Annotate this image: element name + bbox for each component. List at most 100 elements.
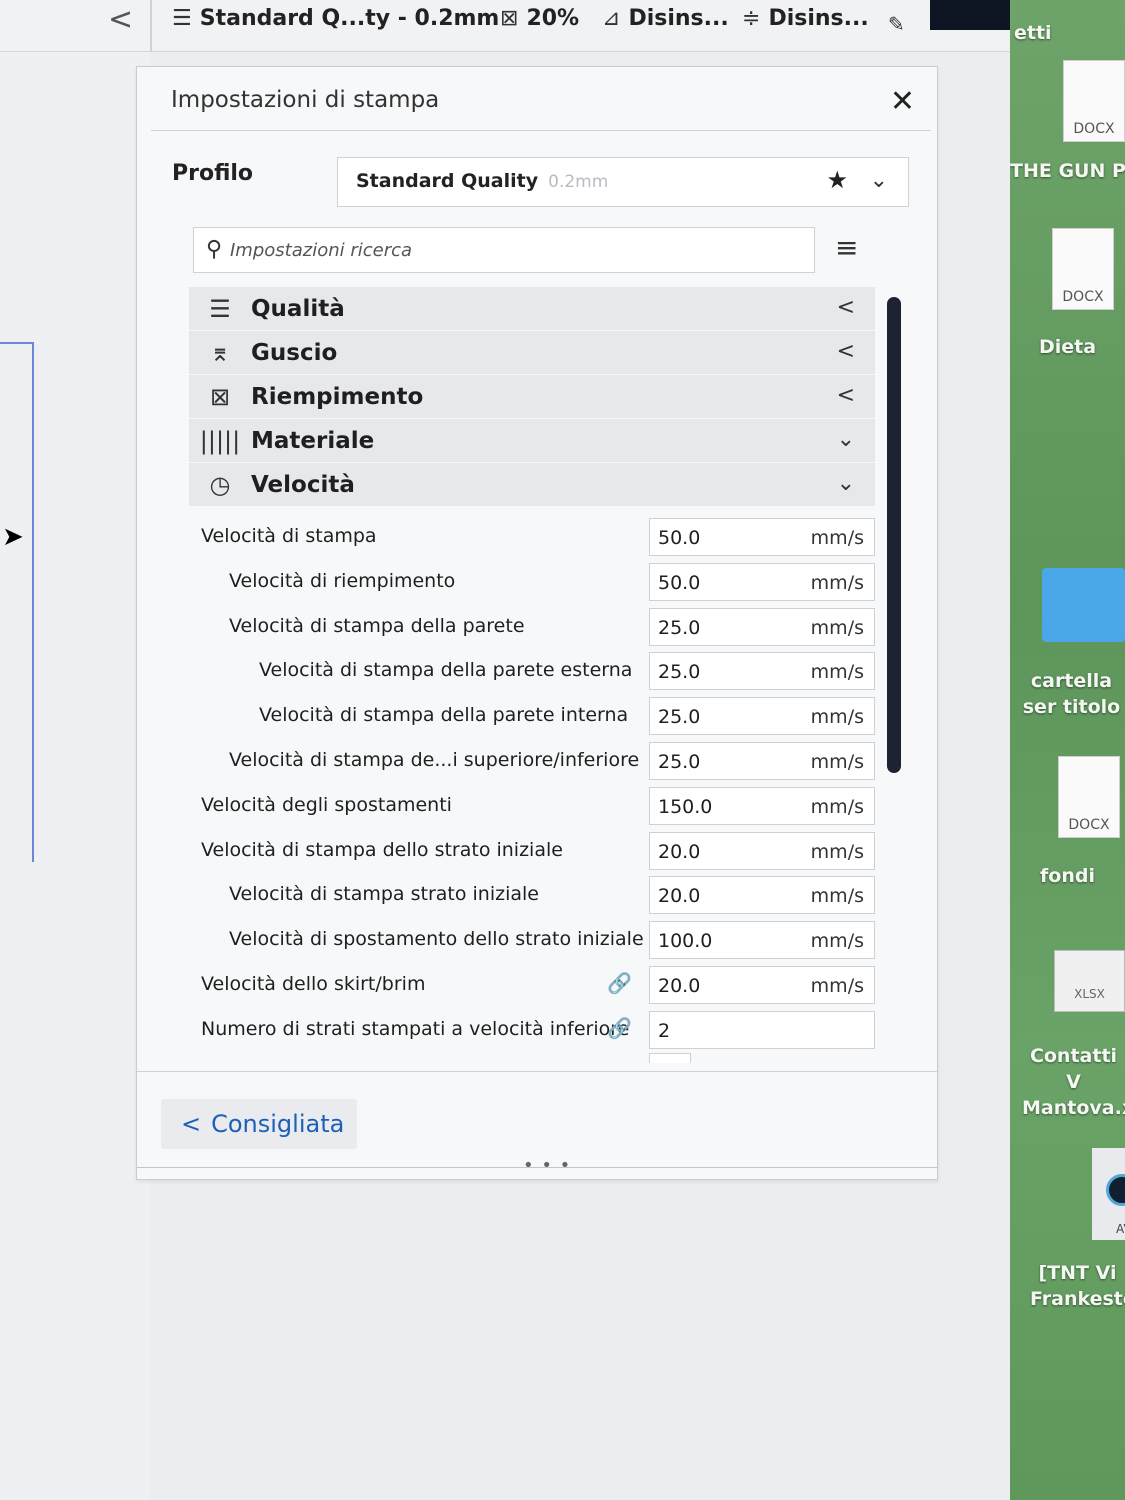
- setting-value: 150.0: [658, 795, 713, 818]
- category-quality[interactable]: ☰ Qualità <: [189, 287, 875, 331]
- close-icon[interactable]: ✕: [890, 87, 915, 117]
- setting-value-field[interactable]: 100.0 mm/s: [649, 921, 875, 960]
- setting-value: 2: [658, 1019, 671, 1042]
- recommended-mode-button[interactable]: < Consigliata: [161, 1099, 357, 1149]
- setting-unit: mm/s: [810, 527, 864, 549]
- chevron-left-icon: <: [181, 1110, 202, 1138]
- star-icon[interactable]: ★: [826, 166, 848, 194]
- support-icon: ⊿: [602, 6, 621, 31]
- pencil-icon[interactable]: ✎: [888, 12, 905, 36]
- setting-value-field[interactable]: 50.0 mm/s: [649, 518, 875, 556]
- adhesion-icon: ≑: [742, 6, 761, 31]
- quality-icon: ☰: [172, 6, 192, 31]
- app-shortcut-icon[interactable]: AV: [1092, 1148, 1125, 1240]
- setting-value: 100.0: [658, 930, 713, 953]
- xlsx-file-icon[interactable]: XLSX: [1054, 950, 1125, 1012]
- category-shell[interactable]: ⌆ Guscio <: [189, 331, 875, 375]
- setting-unit: mm/s: [810, 750, 864, 773]
- profile-layer-height: 0.2mm: [548, 172, 609, 192]
- setting-label: Velocità di stampa de...i superiore/infe…: [229, 748, 640, 771]
- setting-label: Velocità di stampa della parete interna: [259, 704, 629, 727]
- settings-scrollbar[interactable]: [887, 297, 901, 773]
- setting-value-field[interactable]: 50.0 mm/s: [649, 562, 875, 601]
- setting-row: Velocità di stampa strato iniziale 20.0 mm…: [189, 873, 889, 918]
- window-edge: [930, 0, 1010, 30]
- profile-dropdown[interactable]: Standard Quality 0.2mm ★ ⌄: [337, 157, 909, 207]
- footer-divider: [137, 1071, 937, 1072]
- setting-value-field[interactable]: 2: [649, 1010, 875, 1049]
- setting-value-field[interactable]: 25.0 mm/s: [649, 741, 875, 780]
- search-icon: ⚲: [206, 237, 223, 262]
- setting-value-field[interactable]: 25.0 mm/s: [649, 697, 875, 736]
- setting-label: Velocità di stampa della parete: [229, 614, 525, 637]
- chevron-left-icon: <: [836, 295, 855, 320]
- setting-value: 50.0: [658, 571, 701, 594]
- setting-label: Velocità di stampa dello strato iniziale: [201, 838, 563, 861]
- back-chevron-icon[interactable]: <: [108, 2, 133, 37]
- 3d-viewport[interactable]: ➤: [0, 52, 150, 1500]
- setting-row: Velocità di stampa della parete esterna 2…: [189, 649, 889, 694]
- setting-value-field[interactable]: 25.0 mm/s: [649, 652, 875, 691]
- setting-value-field[interactable]: 25.0 mm/s: [649, 607, 875, 646]
- docx-file-icon[interactable]: DOCX: [1058, 756, 1120, 838]
- app-logo-icon: [1106, 1174, 1125, 1206]
- next-setting-field: [649, 1053, 691, 1063]
- setting-label: Velocità degli spostamenti: [201, 793, 452, 816]
- setting-value-field[interactable]: 20.0 mm/s: [649, 831, 875, 870]
- settings-categories: ☰ Qualità < ⌆ Guscio < ⊠ Riempimento < |…: [189, 287, 875, 507]
- desktop-file-label: fondi: [1040, 865, 1095, 887]
- search-input[interactable]: [230, 234, 790, 266]
- hamburger-menu-icon[interactable]: ≡: [835, 233, 858, 263]
- setting-value-field[interactable]: 150.0 mm/s: [649, 786, 875, 825]
- chevron-down-icon[interactable]: ⌄: [870, 168, 888, 193]
- setting-label: Velocità di spostamento dello strato ini…: [229, 928, 644, 951]
- chevron-left-icon: <: [836, 383, 855, 408]
- setting-row: Numero di strati stampati a velocità inf…: [189, 1008, 889, 1053]
- setting-value-field[interactable]: 20.0 mm/s: [649, 965, 875, 1004]
- setting-unit: mm/s: [810, 795, 864, 818]
- print-settings-panel: Impostazioni di stampa ✕ Profilo Standar…: [136, 66, 938, 1180]
- setting-label: Velocità di stampa: [201, 525, 377, 547]
- setting-value: 20.0: [658, 974, 701, 997]
- support-summary-label: Disins...: [628, 6, 729, 31]
- shell-icon: ⌆: [209, 338, 231, 367]
- desktop-file-label: THE GUN PRESEN...RD: [1010, 160, 1125, 182]
- setting-unit: mm/s: [810, 840, 864, 863]
- build-plate-outline: [0, 342, 34, 862]
- adhesion-summary-button[interactable]: ≑ Disins...: [742, 6, 869, 31]
- material-icon: |||||: [199, 426, 241, 455]
- profile-label: Profilo: [172, 161, 254, 186]
- category-material[interactable]: ||||| Materiale ⌄: [189, 419, 875, 463]
- settings-search[interactable]: ⚲: [193, 227, 815, 273]
- setting-value-field[interactable]: 20.0 mm/s: [649, 876, 875, 915]
- setting-row: Velocità di stampa dello strato iniziale…: [189, 829, 889, 874]
- desktop-file-label: Contatti V Mantova.x: [1022, 1045, 1125, 1119]
- profile-summary-button[interactable]: ☰ Standard Q...ty - 0.2mm: [172, 6, 499, 31]
- setting-row: Velocità di riempimento 50.0 mm/s: [189, 560, 889, 605]
- support-summary-button[interactable]: ⊿ Disins...: [602, 6, 729, 31]
- folder-icon[interactable]: [1042, 568, 1125, 642]
- infill-icon: ⊠: [500, 6, 519, 31]
- infill-summary-button[interactable]: ⊠ 20%: [500, 6, 579, 31]
- setting-unit: mm/s: [810, 706, 864, 729]
- setting-value: 25.0: [658, 616, 701, 639]
- link-icon[interactable]: 🔗: [607, 971, 632, 995]
- setting-unit: mm/s: [810, 930, 864, 953]
- docx-file-icon[interactable]: DOCX: [1063, 60, 1125, 142]
- toolbar-separator: [150, 0, 152, 52]
- resize-handle-icon[interactable]: • • •: [523, 1157, 571, 1175]
- setting-unit: mm/s: [810, 885, 864, 908]
- category-speed[interactable]: ◷ Velocità ⌄: [189, 463, 875, 507]
- link-icon[interactable]: 🔗: [607, 1016, 632, 1040]
- mouse-cursor-icon: ➤: [2, 522, 24, 552]
- adhesion-summary-label: Disins...: [768, 6, 869, 31]
- panel-bottom-edge: [137, 1167, 937, 1168]
- profile-summary-label: Standard Q...ty - 0.2mm: [199, 6, 500, 31]
- infill-summary-label: 20%: [526, 6, 580, 31]
- category-infill[interactable]: ⊠ Riempimento <: [189, 375, 875, 419]
- chevron-left-icon: <: [836, 339, 855, 364]
- chevron-down-icon: ⌄: [836, 427, 855, 452]
- panel-title: Impostazioni di stampa: [171, 87, 440, 113]
- docx-file-icon[interactable]: DOCX: [1052, 228, 1114, 310]
- desktop-file-label: Dieta: [1038, 336, 1097, 358]
